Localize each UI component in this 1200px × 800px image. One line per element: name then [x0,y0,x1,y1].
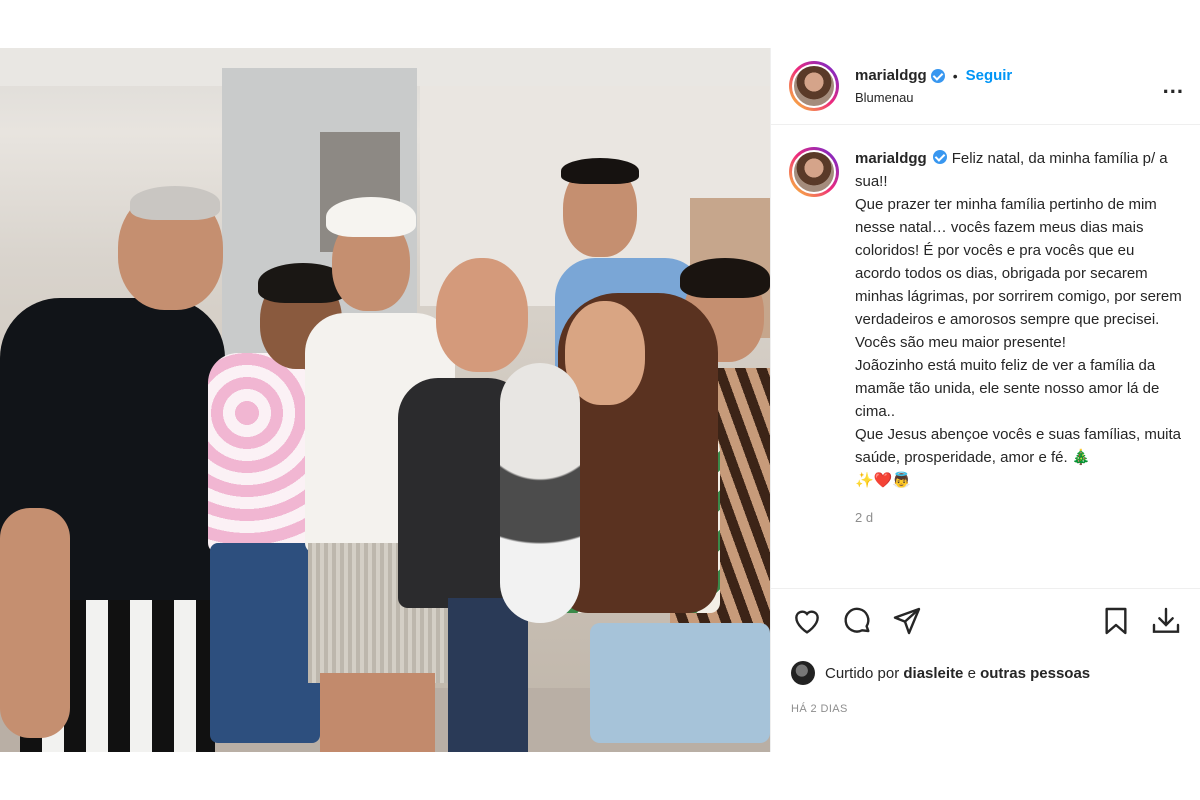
verified-badge-icon [932,150,947,164]
caption-avatar[interactable] [789,147,839,197]
more-options-icon[interactable]: ... [1163,73,1184,99]
post-photo[interactable] [0,48,770,752]
likes-prefix: Curtido por [825,664,900,682]
comment-icon[interactable] [841,605,875,639]
post-location[interactable]: Blumenau [855,90,1163,105]
heart-icon[interactable] [791,605,825,639]
caption-username[interactable]: marialdgg [855,150,927,167]
photo-person-grandfather [0,186,225,752]
send-icon[interactable] [891,605,925,639]
verified-badge-icon [930,68,945,83]
caption-text: Feliz natal, da minha família p/ a sua!!… [855,150,1182,489]
post-sidebar: marialdgg • Seguir Blumenau ... marialdg… [770,48,1200,752]
liker-avatar[interactable] [791,661,815,685]
post-caption: marialdgg Feliz natal, da minha família p… [789,147,1184,529]
liker-username[interactable]: diasleite [903,665,963,682]
likes-summary: Curtido por diasleite e outras pessoas [791,661,1184,685]
likes-and: e [967,664,976,682]
likes-others-link[interactable]: outras pessoas [980,665,1090,682]
follow-button[interactable]: Seguir [966,67,1013,84]
post-date[interactable]: HÁ 2 DIAS [791,703,1184,715]
post-actions: Curtido por diasleite e outras pessoas H… [771,588,1200,752]
caption-time[interactable]: 2 d [855,506,1184,529]
author-avatar[interactable] [789,61,839,111]
download-icon[interactable] [1150,605,1184,639]
caption-section: marialdgg Feliz natal, da minha família p… [771,125,1200,588]
separator-dot: • [952,67,958,84]
photo-person-woman-with-cat [460,273,770,752]
author-username[interactable]: marialdgg [855,67,927,84]
instagram-post: marialdgg • Seguir Blumenau ... marialdg… [0,48,1200,752]
post-header: marialdgg • Seguir Blumenau ... [771,48,1200,125]
bookmark-icon[interactable] [1100,605,1134,639]
